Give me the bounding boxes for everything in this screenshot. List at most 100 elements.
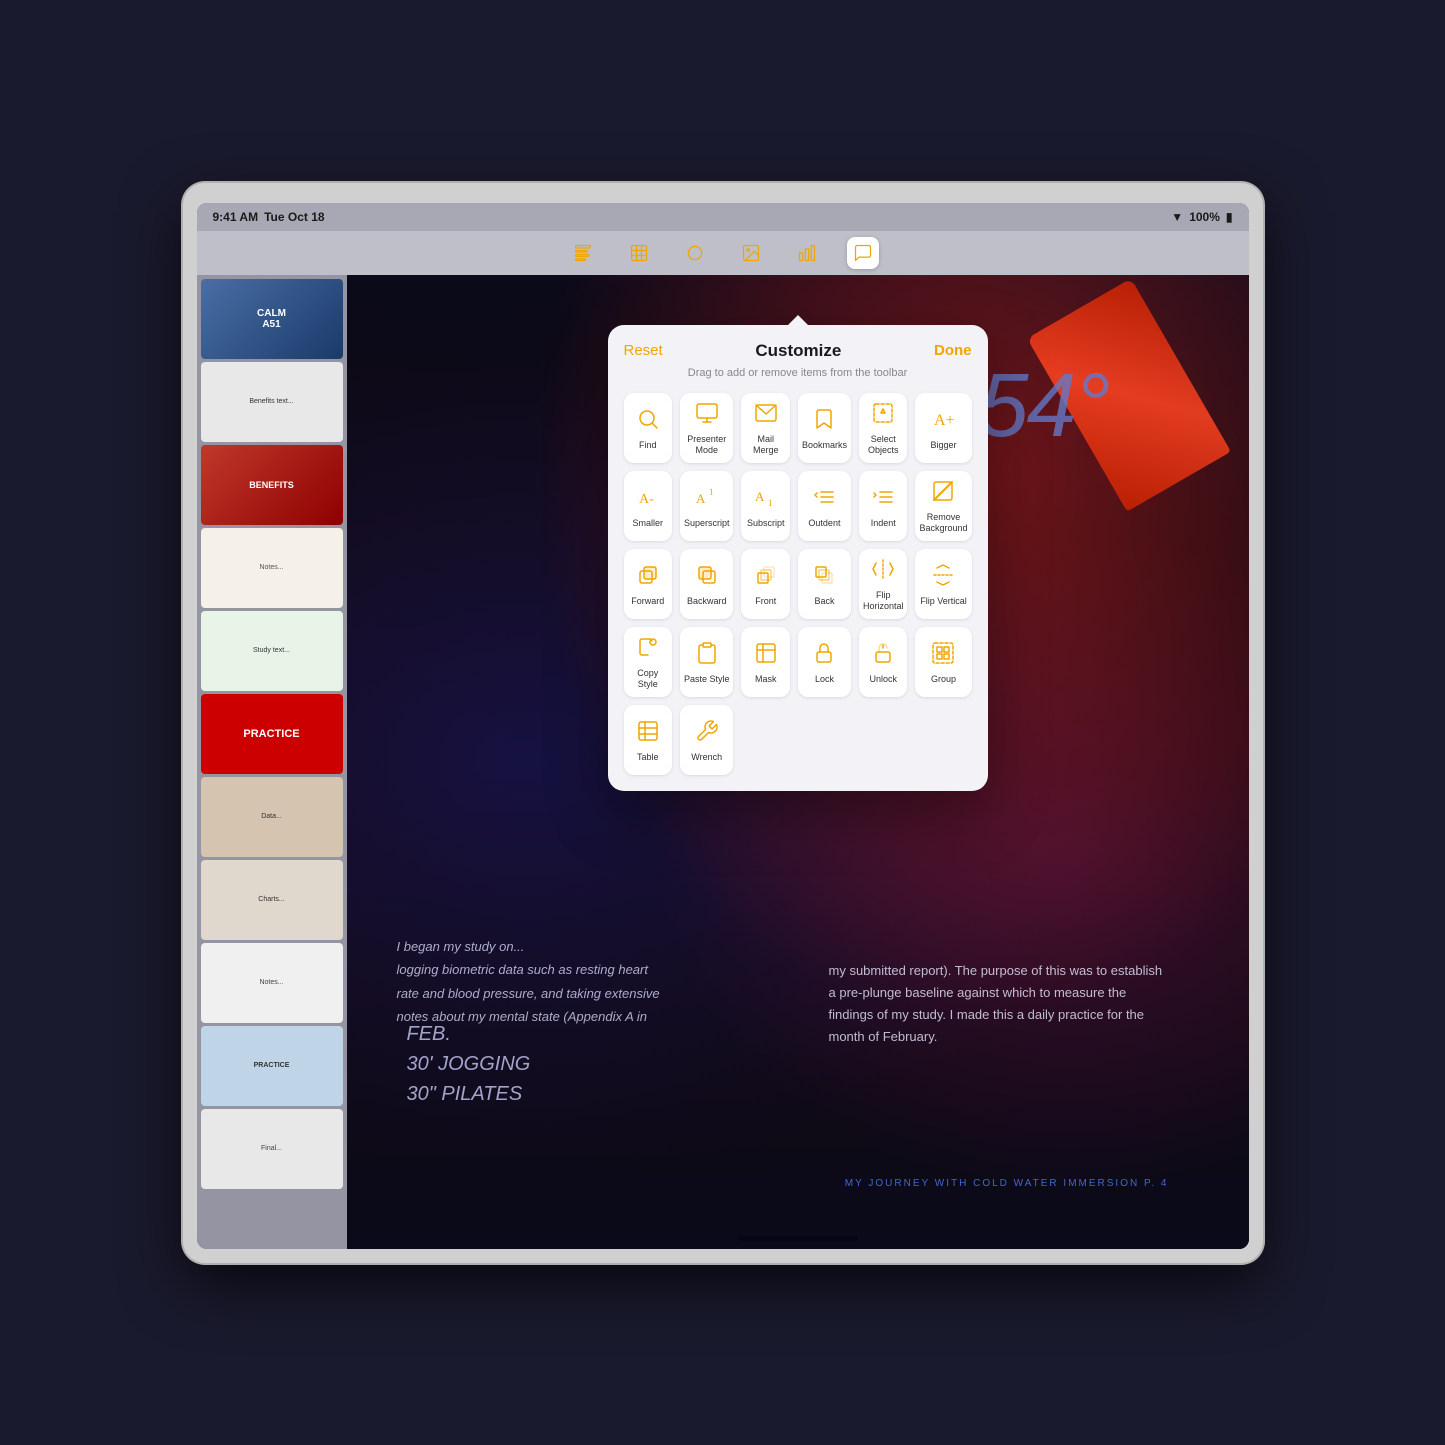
forward-item[interactable]: Forward — [624, 549, 672, 619]
slide-10-thumb[interactable]: PRACTICE 10 — [201, 1026, 343, 1106]
slide-8-thumb[interactable]: Charts... 8 — [201, 860, 343, 940]
flip-horizontal-label: Flip Horizontal — [863, 590, 904, 612]
copy-style-label: Copy Style — [628, 668, 668, 690]
group-item[interactable]: Group — [915, 627, 971, 697]
battery-icon: ▮ — [1226, 210, 1233, 224]
select-objects-label: Select Objects — [863, 434, 904, 456]
time-display: 9:41 AM — [213, 210, 259, 224]
find-label: Find — [639, 440, 657, 451]
toolbar-table-btn[interactable] — [623, 237, 655, 269]
outdent-item[interactable]: Outdent — [798, 471, 851, 541]
flip-horizontal-icon — [871, 557, 895, 585]
subscript-item[interactable]: A1 Subscript — [741, 471, 789, 541]
main-canvas: 54° I began my study on... logging biome… — [347, 275, 1249, 1249]
slide-3-thumb[interactable]: BENEFITS 3 — [201, 445, 343, 525]
forward-icon — [636, 563, 660, 591]
bigger-icon: A+ — [931, 407, 955, 435]
status-left: 9:41 AM Tue Oct 18 — [213, 210, 325, 224]
indent-item[interactable]: Indent — [859, 471, 908, 541]
table-label-2: Table — [637, 752, 659, 763]
paste-style-icon — [695, 641, 719, 669]
slide-5-thumb[interactable]: Study text... 5 — [201, 611, 343, 691]
back-icon — [812, 563, 836, 591]
done-button[interactable]: Done — [934, 342, 972, 359]
mask-item[interactable]: Mask — [741, 627, 789, 697]
paste-style-item[interactable]: Paste Style — [680, 627, 734, 697]
popup-header: Reset Customize Done — [624, 341, 972, 361]
outdent-label: Outdent — [808, 518, 840, 529]
copy-style-item[interactable]: Copy Style — [624, 627, 672, 697]
find-icon — [636, 407, 660, 435]
indent-icon — [871, 485, 895, 513]
items-grid: Find Presenter Mode — [624, 393, 972, 775]
slide-11-thumb[interactable]: Final... 11 — [201, 1109, 343, 1189]
backward-icon — [695, 563, 719, 591]
toolbar-shape-btn[interactable] — [679, 237, 711, 269]
unlock-item[interactable]: Unlock — [859, 627, 908, 697]
select-objects-item[interactable]: Select Objects — [859, 393, 908, 463]
forward-label: Forward — [631, 596, 664, 607]
handwriting-text: I began my study on... logging biometric… — [397, 935, 660, 1029]
indent-label: Indent — [871, 518, 896, 529]
backward-item[interactable]: Backward — [680, 549, 734, 619]
superscript-label: Superscript — [684, 518, 730, 529]
bookmarks-label: Bookmarks — [802, 440, 847, 451]
ipad-frame: 9:41 AM Tue Oct 18 ▼ 100% ▮ — [183, 183, 1263, 1263]
flip-horizontal-item[interactable]: Flip Horizontal — [859, 549, 908, 619]
slide-2-thumb[interactable]: Benefits text... 2 — [201, 362, 343, 442]
flip-vertical-icon — [931, 563, 955, 591]
slide-4-thumb[interactable]: Notes... 4 — [201, 528, 343, 608]
toolbar-media-btn[interactable] — [735, 237, 767, 269]
outdent-icon — [812, 485, 836, 513]
remove-background-label: Remove Background — [919, 512, 967, 534]
smaller-item[interactable]: A- Smaller — [624, 471, 672, 541]
bigger-item[interactable]: A+ Bigger — [915, 393, 971, 463]
svg-text:1: 1 — [768, 498, 773, 508]
footer-text: MY JOURNEY WITH COLD WATER IMMERSION P. … — [845, 1178, 1169, 1189]
unlock-icon — [871, 641, 895, 669]
date-display: Tue Oct 18 — [264, 210, 324, 224]
svg-text:A+: A+ — [934, 412, 955, 429]
front-icon — [754, 563, 778, 591]
toolbar — [197, 231, 1249, 275]
wrench-item[interactable]: Wrench — [680, 705, 734, 775]
paste-style-label: Paste Style — [684, 674, 730, 685]
back-item[interactable]: Back — [798, 549, 851, 619]
slide-9-thumb[interactable]: Notes... 9 — [201, 943, 343, 1023]
bigger-label: Bigger — [930, 440, 956, 451]
slide-1-thumb[interactable]: CALMA51 1 — [201, 279, 343, 359]
remove-background-item[interactable]: Remove Background — [915, 471, 971, 541]
body-text: my submitted report). The purpose of thi… — [829, 960, 1169, 1048]
table-item-2[interactable]: Table — [624, 705, 672, 775]
ipad-screen: 9:41 AM Tue Oct 18 ▼ 100% ▮ — [197, 203, 1249, 1249]
mail-merge-label: Mail Merge — [745, 434, 785, 456]
battery-display: 100% — [1189, 210, 1220, 224]
reset-button[interactable]: Reset — [624, 342, 663, 359]
copy-style-icon — [636, 635, 660, 663]
toolbar-comment-btn[interactable] — [847, 237, 879, 269]
slide-6-thumb[interactable]: PRACTICE 6 — [201, 694, 343, 774]
wrench-label: Wrench — [691, 752, 722, 763]
unlock-label: Unlock — [869, 674, 897, 685]
toolbar-format-btn[interactable] — [567, 237, 599, 269]
superscript-icon: A1 — [695, 485, 719, 513]
presenter-mode-item[interactable]: Presenter Mode — [680, 393, 734, 463]
lock-label: Lock — [815, 674, 834, 685]
bookmarks-item[interactable]: Bookmarks — [798, 393, 851, 463]
lock-item[interactable]: Lock — [798, 627, 851, 697]
temperature-text: 54° — [978, 355, 1108, 458]
lock-icon — [812, 641, 836, 669]
front-item[interactable]: Front — [741, 549, 789, 619]
remove-background-icon — [931, 479, 955, 507]
toolbar-chart-btn[interactable] — [791, 237, 823, 269]
mask-icon — [754, 641, 778, 669]
slide-7-thumb[interactable]: Data... 7 — [201, 777, 343, 857]
find-item[interactable]: Find — [624, 393, 672, 463]
flip-vertical-item[interactable]: Flip Vertical — [915, 549, 971, 619]
superscript-item[interactable]: A1 Superscript — [680, 471, 734, 541]
mail-merge-item[interactable]: Mail Merge — [741, 393, 789, 463]
group-label: Group — [931, 674, 956, 685]
backward-label: Backward — [687, 596, 727, 607]
select-objects-icon — [871, 401, 895, 429]
content-area: CALMA51 1 Benefits text... 2 BENEFITS 3 — [197, 275, 1249, 1249]
